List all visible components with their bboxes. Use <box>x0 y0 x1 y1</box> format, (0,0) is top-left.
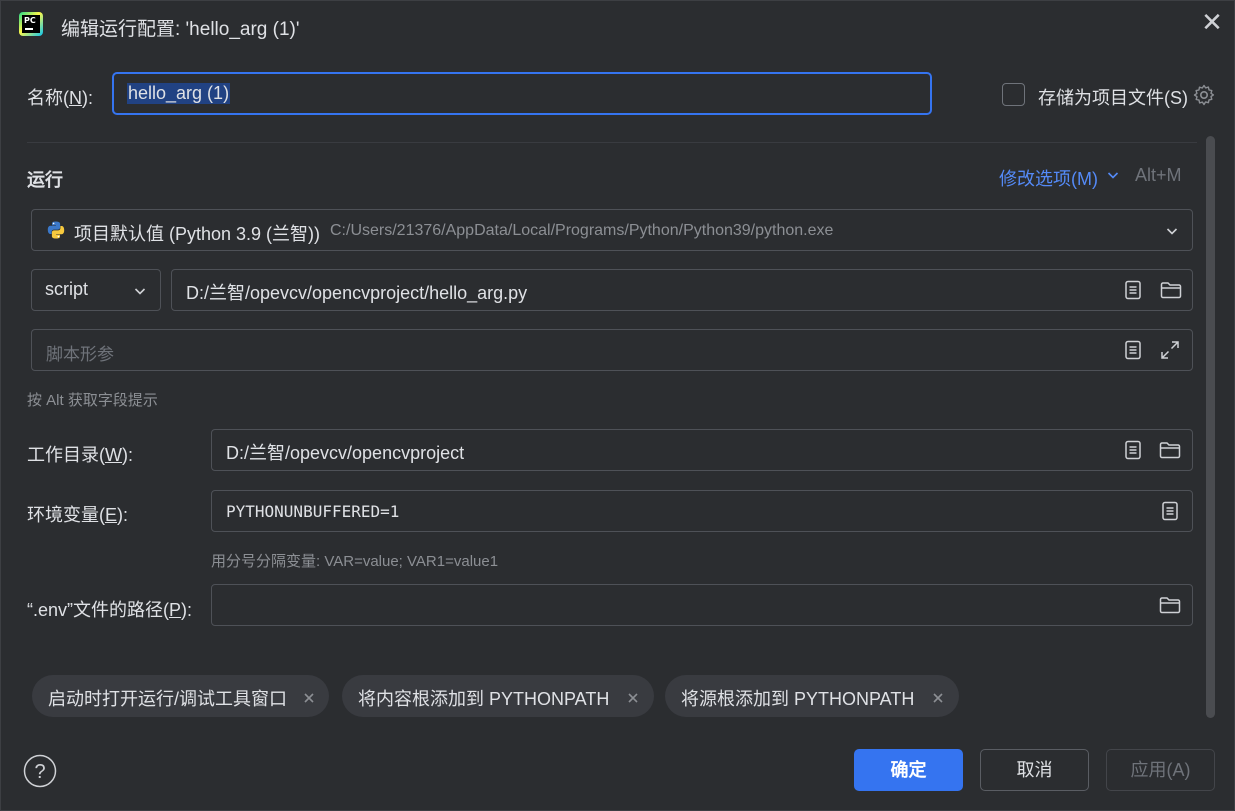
name-input-value: hello_arg (1) <box>127 83 231 104</box>
close-icon[interactable] <box>302 689 316 703</box>
modify-options-shortcut: Alt+M <box>1135 165 1182 185</box>
alt-hint-text: 按 Alt 获取字段提示 <box>27 392 158 409</box>
vertical-scrollbar[interactable] <box>1206 136 1215 718</box>
close-icon[interactable] <box>931 689 945 703</box>
working-dir-value: D:/兰智/opevcv/opencvproject <box>226 443 465 463</box>
ok-button[interactable]: 确定 <box>854 749 963 791</box>
script-path-value: D:/兰智/opevcv/opencvproject/hello_arg.py <box>186 283 528 303</box>
option-chip-open-run-window[interactable]: 启动时打开运行/调试工具窗口 <box>32 675 329 717</box>
env-vars-value: PYTHONUNBUFFERED=1 <box>226 502 400 521</box>
store-as-project-file-checkbox[interactable] <box>1002 83 1025 106</box>
env-vars-hint: 用分号分隔变量: VAR=value; VAR1=value1 <box>211 553 499 570</box>
option-chip-add-content-roots[interactable]: 将内容根添加到 PYTHONPATH <box>342 675 654 717</box>
run-section-title: 运行 <box>27 170 63 190</box>
target-type-value: script <box>45 279 89 299</box>
store-as-project-file-label[interactable]: 存储为项目文件(S) <box>1038 84 1188 110</box>
close-icon[interactable]: ✕ <box>1198 9 1226 37</box>
script-params-input[interactable]: 脚本形参 <box>31 329 1193 371</box>
cancel-button[interactable]: 取消 <box>980 749 1089 791</box>
run-config-dialog: PC 编辑运行配置: 'hello_arg (1)' ✕ 名称(N): hell… <box>0 0 1235 811</box>
working-dir-label: 工作目录(W): <box>27 445 133 465</box>
folder-icon[interactable] <box>1158 439 1182 461</box>
python-icon <box>46 220 66 240</box>
divider <box>27 142 1197 143</box>
svg-text:?: ? <box>34 761 45 783</box>
chevron-down-icon[interactable] <box>1105 167 1121 183</box>
help-icon[interactable]: ? <box>23 754 57 788</box>
expand-icon[interactable] <box>1159 339 1181 361</box>
script-path-input[interactable]: D:/兰智/opevcv/opencvproject/hello_arg.py <box>171 269 1193 311</box>
list-icon[interactable] <box>1122 439 1144 461</box>
script-params-placeholder: 脚本形参 <box>46 345 114 364</box>
chevron-down-icon <box>132 283 148 299</box>
env-vars-label: 环境变量(E): <box>27 505 129 525</box>
option-chip-add-source-roots[interactable]: 将源根添加到 PYTHONPATH <box>665 675 959 717</box>
dotenv-path-input[interactable] <box>211 584 1193 626</box>
close-icon[interactable] <box>626 689 640 703</box>
working-dir-input[interactable]: D:/兰智/opevcv/opencvproject <box>211 429 1193 471</box>
chevron-down-icon <box>1164 223 1180 239</box>
modify-options-link[interactable]: 修改选项(M) <box>999 165 1098 191</box>
name-label: 名称(N): <box>27 88 93 108</box>
list-icon[interactable] <box>1159 500 1181 522</box>
interpreter-name: 项目默认值 (Python 3.9 (兰智)) <box>74 224 321 244</box>
folder-icon[interactable] <box>1159 279 1183 301</box>
name-input[interactable]: hello_arg (1) <box>112 72 932 115</box>
dotenv-path-label: “.env”文件的路径(P): <box>27 600 193 620</box>
env-vars-input[interactable]: PYTHONUNBUFFERED=1 <box>211 490 1193 532</box>
folder-icon[interactable] <box>1158 594 1182 616</box>
gear-icon[interactable] <box>1192 83 1216 107</box>
list-icon[interactable] <box>1122 339 1144 361</box>
interpreter-dropdown[interactable]: 项目默认值 (Python 3.9 (兰智)) C:/Users/21376/A… <box>31 209 1193 251</box>
option-chip-label: 将源根添加到 PYTHONPATH <box>681 689 915 709</box>
apply-button[interactable]: 应用(A) <box>1106 749 1215 791</box>
target-type-select[interactable]: script <box>31 269 161 311</box>
list-icon[interactable] <box>1122 279 1144 301</box>
interpreter-path: C:/Users/21376/AppData/Local/Programs/Py… <box>330 222 834 239</box>
dialog-title: 编辑运行配置: 'hello_arg (1)' <box>61 19 300 40</box>
pycharm-app-icon: PC <box>19 12 43 36</box>
option-chip-label: 将内容根添加到 PYTHONPATH <box>358 689 610 709</box>
option-chip-label: 启动时打开运行/调试工具窗口 <box>48 689 287 709</box>
